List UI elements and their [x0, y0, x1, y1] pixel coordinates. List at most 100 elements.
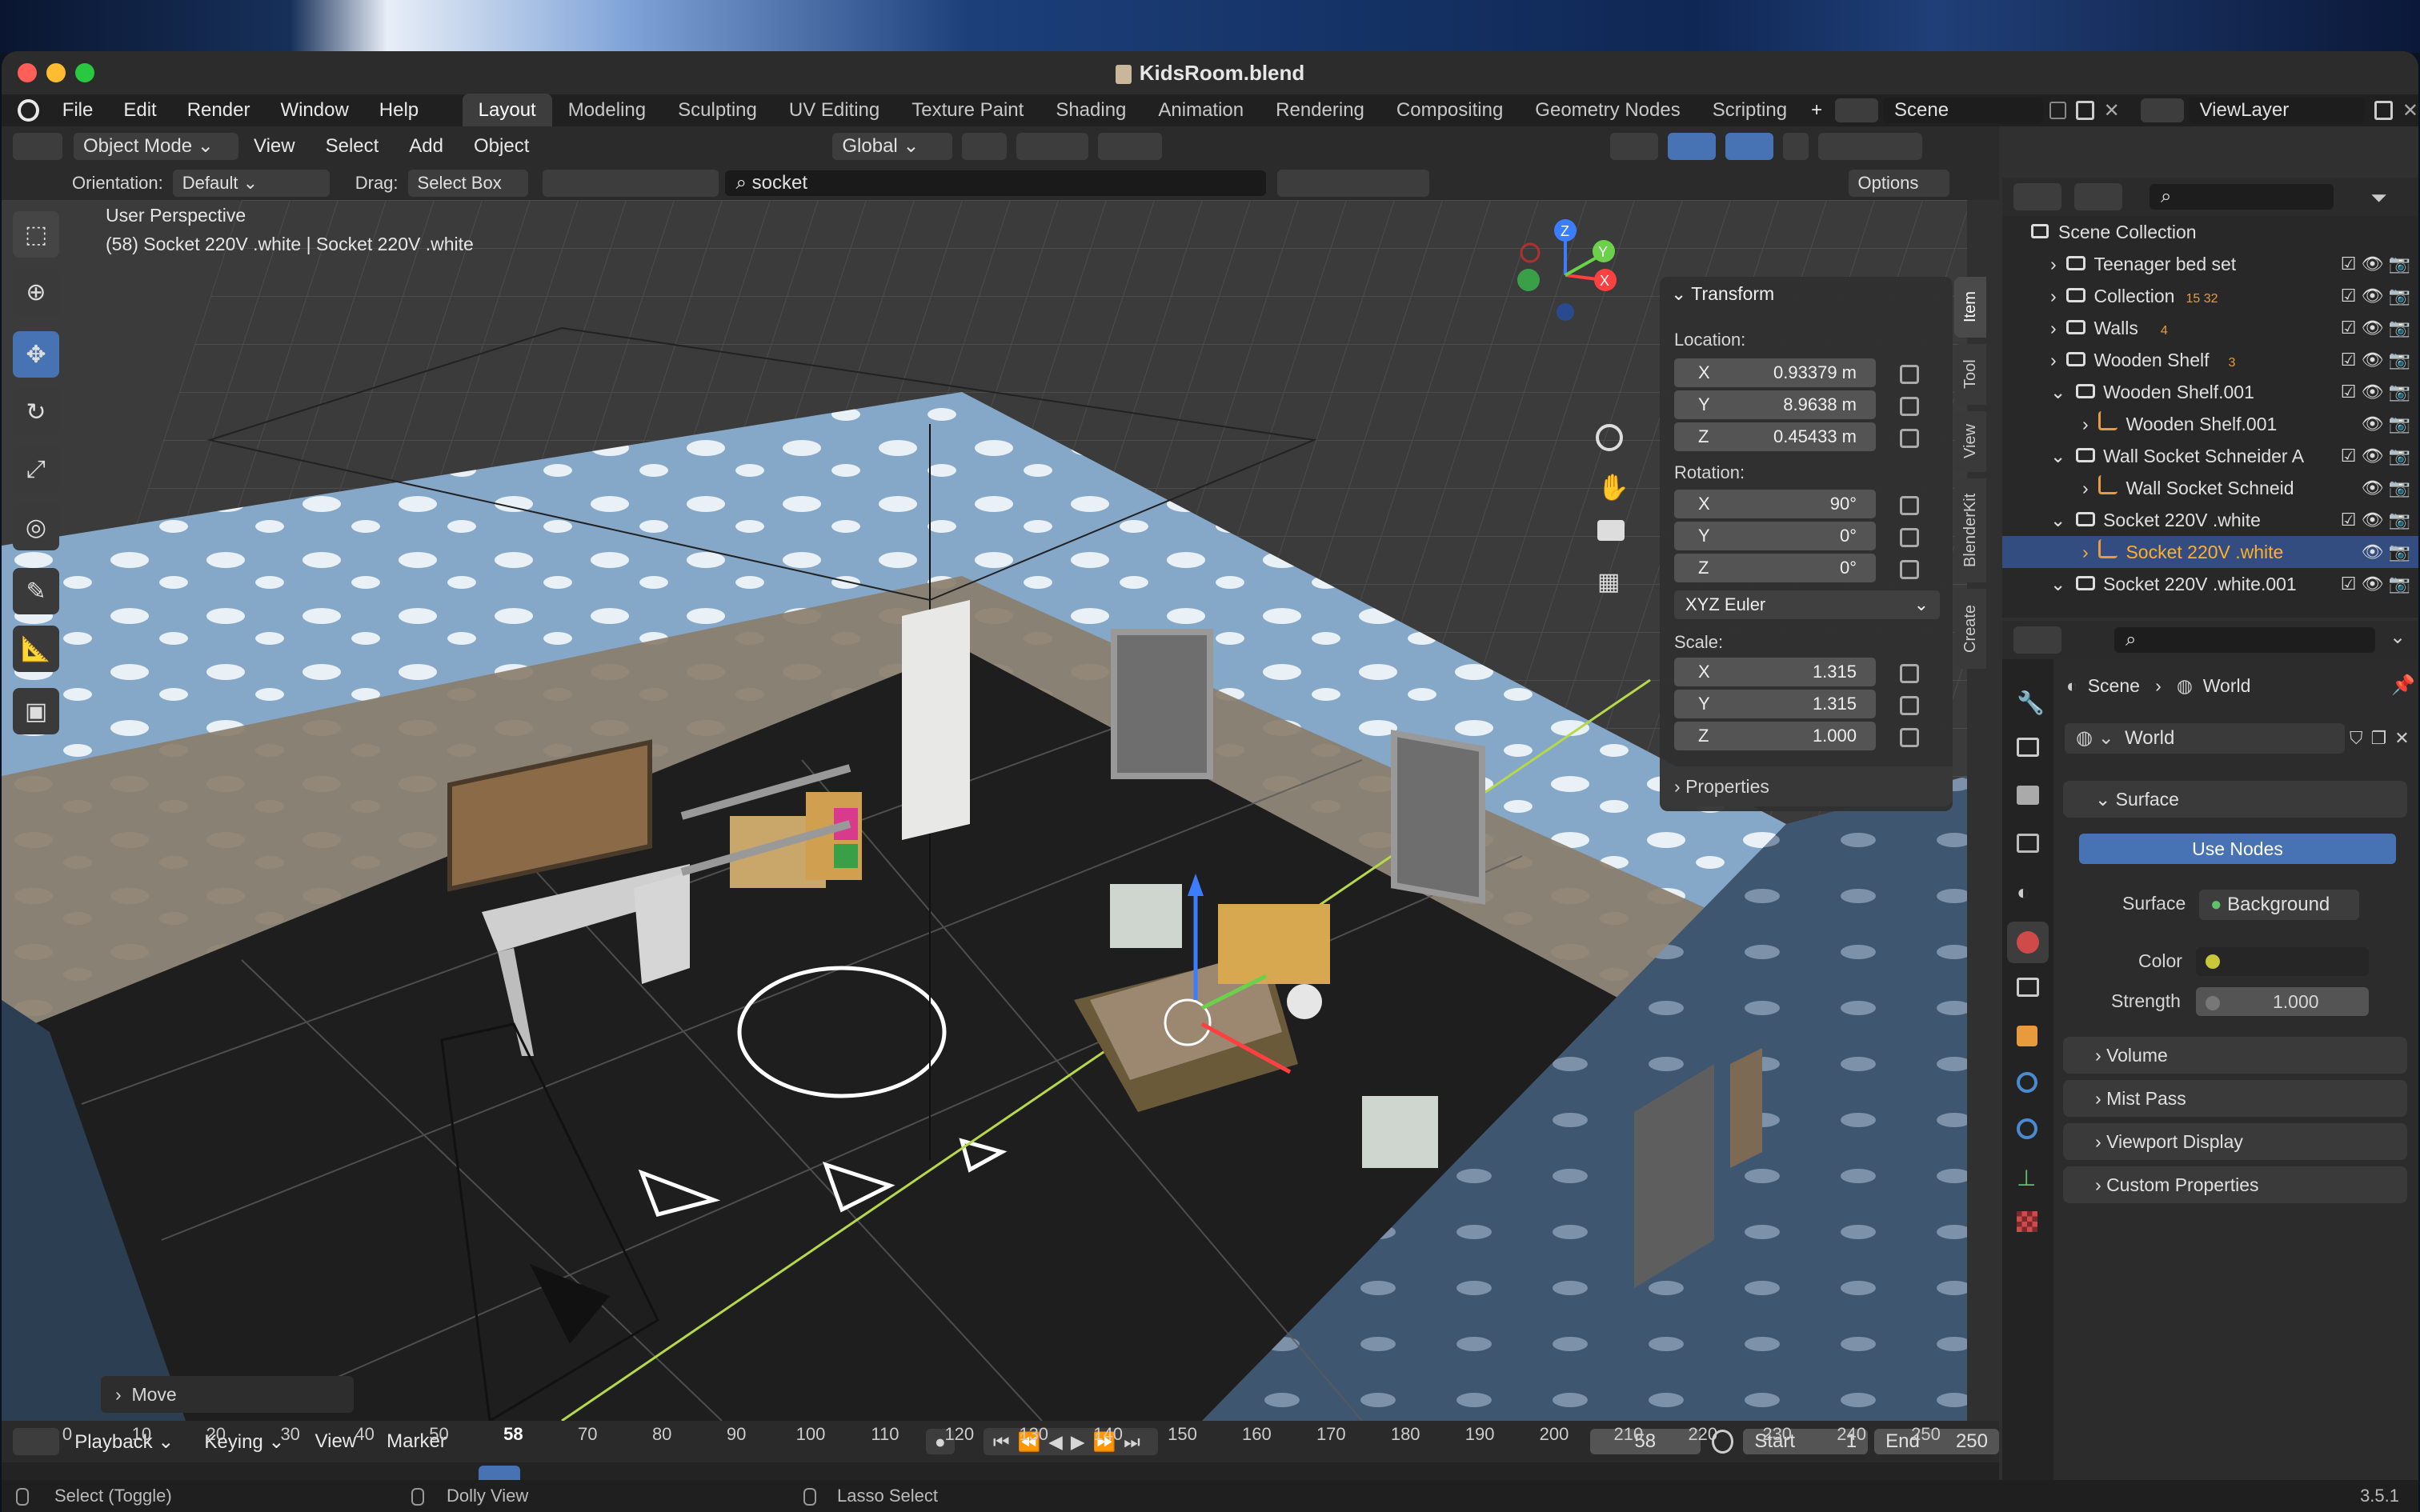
tab-shading[interactable]: Shading	[1040, 94, 1142, 127]
lock-scale-z-icon[interactable]	[1900, 728, 1919, 747]
transform-orientation-dropdown[interactable]: Global ⌄	[832, 133, 953, 160]
menu-file[interactable]: File	[47, 99, 109, 122]
tab-modeling[interactable]: Modeling	[552, 94, 662, 127]
outliner-editor-type-icon[interactable]	[2013, 183, 2061, 210]
timeline-editor-type-icon[interactable]	[13, 1428, 60, 1455]
properties-subpanel-header[interactable]: › Properties	[1660, 766, 1953, 806]
new-viewlayer-icon[interactable]	[2374, 101, 2393, 120]
outliner-filter-icon[interactable]: ⏷	[2370, 186, 2387, 211]
navigation-gizmo[interactable]: Z X Y	[1514, 216, 1634, 336]
pan-hand-icon[interactable]: ✋	[1597, 472, 1629, 502]
location-x-field[interactable]: X 0.93379 m	[1674, 358, 1876, 387]
menu-object[interactable]: Object	[459, 135, 544, 158]
lock-rotation-y-icon[interactable]	[1900, 528, 1919, 547]
constraints-tab-icon[interactable]	[2017, 1118, 2037, 1139]
view-layer-tab-icon[interactable]	[2017, 834, 2039, 853]
tab-geometry-nodes[interactable]: Geometry Nodes	[1519, 94, 1696, 127]
selectability-icons[interactable]	[542, 170, 719, 197]
rotate-tool[interactable]: ↻	[13, 389, 59, 435]
scale-z-field[interactable]: Z 1.000	[1674, 722, 1876, 750]
tab-view[interactable]: View	[1954, 411, 1986, 472]
overlay-icon[interactable]	[1725, 133, 1774, 160]
scene-type-icon[interactable]	[1835, 98, 1878, 122]
surface-shader-dropdown[interactable]: ● Background	[2199, 890, 2359, 920]
pin-icon[interactable]: 📌	[2391, 674, 2415, 697]
snap-icon[interactable]	[1016, 133, 1089, 160]
delete-viewlayer-icon[interactable]: ✕	[2402, 99, 2418, 122]
scene-tab-icon[interactable]: ◐	[2017, 880, 2029, 905]
menu-window[interactable]: Window	[265, 99, 363, 122]
use-nodes-button[interactable]: Use Nodes	[2079, 834, 2396, 864]
tab-rendering[interactable]: Rendering	[1260, 94, 1380, 127]
select-box-tool[interactable]: ⬚	[13, 211, 59, 258]
color-swatch[interactable]	[2196, 947, 2369, 976]
scale-x-field[interactable]: X 1.315	[1674, 658, 1876, 686]
menu-playback[interactable]: Playback ⌄	[59, 1430, 189, 1454]
scale-y-field[interactable]: Y 1.315	[1674, 690, 1876, 718]
strength-field[interactable]: 1.000	[2196, 987, 2369, 1016]
camera-view-icon[interactable]	[1597, 520, 1625, 541]
shading-modes-icon[interactable]	[1818, 133, 1923, 160]
lock-scale-y-icon[interactable]	[1900, 696, 1919, 715]
tool-tab-icon[interactable]: 🔧	[2017, 690, 2045, 716]
orientation-dropdown[interactable]: Default ⌄	[172, 170, 330, 197]
tab-layout[interactable]: Layout	[462, 94, 552, 127]
outliner-scene-collection[interactable]: Scene Collection	[2002, 216, 2418, 248]
menu-render[interactable]: Render	[172, 99, 266, 122]
outliner-search-input[interactable]: ⌕	[2150, 184, 2334, 210]
object-tab-icon[interactable]	[2017, 1026, 2037, 1046]
menu-select[interactable]: Select	[311, 135, 395, 158]
rotation-x-field[interactable]: X 90°	[1674, 490, 1876, 518]
close-window-button[interactable]	[18, 63, 37, 82]
location-y-field[interactable]: Y 8.9638 m	[1674, 390, 1876, 419]
pin-scene-icon[interactable]	[2049, 102, 2066, 119]
zoom-icon[interactable]	[1596, 424, 1623, 451]
blender-logo-icon[interactable]	[18, 99, 39, 122]
xray-icon[interactable]	[1783, 133, 1809, 160]
menu-add[interactable]: Add	[394, 135, 459, 158]
lock-location-y-icon[interactable]	[1900, 397, 1919, 416]
transform-tool[interactable]: ◎	[13, 504, 59, 550]
tab-animation[interactable]: Animation	[1142, 94, 1260, 127]
visibility-icon[interactable]	[1610, 133, 1659, 160]
drag-dropdown[interactable]: Select Box	[407, 170, 528, 197]
annotate-tool[interactable]: ✎	[13, 568, 59, 614]
ortho-grid-icon[interactable]: ▦	[1597, 568, 1620, 596]
tab-create[interactable]: Create	[1954, 589, 1986, 669]
add-workspace-icon[interactable]: +	[1803, 99, 1830, 122]
menu-view[interactable]: View	[238, 135, 311, 158]
output-tab-icon[interactable]	[2017, 786, 2039, 805]
render-tab-icon[interactable]	[2017, 738, 2039, 757]
minimize-window-button[interactable]	[46, 63, 66, 82]
lock-rotation-x-icon[interactable]	[1900, 496, 1919, 515]
new-scene-icon[interactable]	[2075, 101, 2094, 120]
tab-blenderkit[interactable]: BlenderKit	[1954, 478, 1986, 582]
viewlayer-selector[interactable]: ViewLayer	[2188, 98, 2366, 123]
world-action-icons[interactable]: ⛉❐✕	[2350, 728, 2418, 749]
tab-item[interactable]: Item	[1954, 277, 1986, 338]
properties-search-input[interactable]: ⌕	[2114, 627, 2375, 653]
volume-panel-header[interactable]: › Volume	[2063, 1037, 2407, 1074]
gizmo-icon[interactable]	[1668, 133, 1717, 160]
rotation-mode-dropdown[interactable]: XYZ Euler ⌄	[1674, 590, 1940, 619]
scene-selector[interactable]: Scene	[1883, 98, 2043, 123]
menu-edit[interactable]: Edit	[108, 99, 171, 122]
tab-scripting[interactable]: Scripting	[1697, 94, 1803, 127]
pivot-point-icon[interactable]	[962, 133, 1008, 160]
tab-tool[interactable]: Tool	[1954, 344, 1986, 405]
scale-tool[interactable]: ⤢	[13, 446, 59, 493]
transform-header[interactable]: ⌄ Transform	[1671, 283, 1774, 305]
outliner-filter-search[interactable]: ⌕ socket	[724, 170, 1266, 196]
measure-tool[interactable]: 📐	[13, 626, 59, 672]
physics-tab-icon[interactable]	[2017, 1072, 2037, 1093]
add-cube-tool[interactable]: ▣	[13, 688, 59, 734]
delete-scene-icon[interactable]: ✕	[2104, 99, 2120, 122]
zoom-window-button[interactable]	[75, 63, 94, 82]
lock-rotation-z-icon[interactable]	[1900, 560, 1919, 579]
properties-options-icon[interactable]: ⌄	[2390, 626, 2406, 649]
lock-scale-x-icon[interactable]	[1900, 664, 1919, 683]
custom-properties-panel-header[interactable]: › Custom Properties	[2063, 1166, 2407, 1203]
playback-controls[interactable]: ⏮⏪◀▶⏩⏭	[983, 1428, 1158, 1455]
proportional-edit-icon[interactable]	[1098, 133, 1163, 160]
lock-location-x-icon[interactable]	[1900, 365, 1919, 384]
